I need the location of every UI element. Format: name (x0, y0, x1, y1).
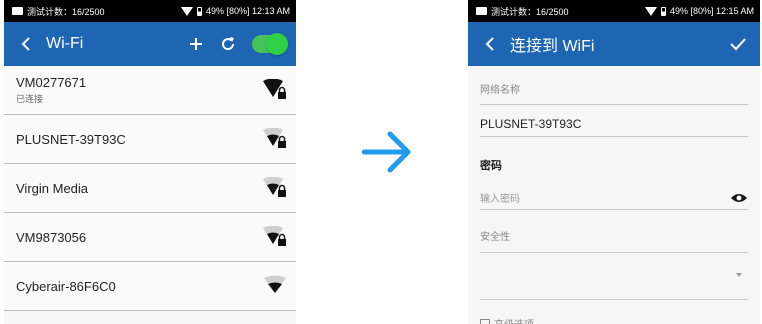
network-ssid: Cyberair-86F6C0 (16, 278, 116, 294)
status-left-text: 测试计数：16/2500 (27, 6, 105, 17)
divider (480, 104, 748, 105)
add-network-button[interactable] (184, 22, 208, 66)
back-button[interactable] (476, 22, 504, 66)
dropdown-icon (736, 273, 742, 277)
page-title: Wi-Fi (46, 35, 84, 52)
wifi-toggle[interactable] (252, 33, 288, 55)
wifi-status-icon (180, 6, 193, 16)
wifi-network-row[interactable]: VM0277671 已连接 (4, 66, 296, 115)
wifi-icon (264, 275, 286, 293)
confirm-button[interactable] (726, 22, 750, 66)
sim-icon (476, 7, 487, 15)
network-ssid: Virgin Media (16, 180, 89, 196)
back-arrow-icon (21, 37, 30, 51)
password-field[interactable]: 输入密码 (480, 190, 748, 205)
advanced-options[interactable]: 高级选项。 (480, 316, 748, 324)
back-button[interactable] (12, 22, 40, 66)
network-name-field[interactable]: PLUSNET-39T93C (480, 117, 748, 131)
password-label: 密码 (480, 160, 502, 172)
wifi-lock-icon (263, 177, 286, 197)
battery-icon (660, 6, 666, 16)
divider (480, 136, 748, 137)
connect-wifi-screen: 测试计数：16/2500 49% [80%] 12:15 AM 连接到 WiFi… (468, 0, 760, 324)
wifi-network-row[interactable]: Cyberair-86F6C0 (4, 262, 296, 311)
connect-form: 网络名称 PLUSNET-39T93C 密码 输入密码 安全性 高级选项。 (468, 81, 760, 324)
status-bar: 测试计数：16/2500 49% [80%] 12:13 AM (4, 0, 296, 22)
wifi-list-screen: 测试计数：16/2500 49% [80%] 12:13 AM Wi-Fi VM… (4, 0, 296, 324)
toggle-knob (266, 33, 288, 55)
status-left-text: 测试计数：16/2500 (491, 6, 569, 17)
app-bar: 连接到 WiFi (468, 22, 760, 66)
password-placeholder: 输入密码 (480, 194, 520, 205)
wifi-lock-icon (263, 79, 286, 99)
status-right-text: 49% [80%] 12:15 AM (669, 6, 754, 16)
back-arrow-icon (485, 37, 494, 51)
network-name-label: 网络名称 (480, 85, 520, 96)
eye-icon[interactable] (730, 192, 748, 204)
network-status: 已连接 (16, 94, 44, 104)
right-arrow-icon (362, 131, 411, 173)
app-bar: Wi-Fi (4, 22, 296, 66)
wifi-network-row[interactable]: PLUSNET-39T93C (4, 115, 296, 164)
security-label: 安全性 (480, 232, 510, 243)
advanced-label: 高级选项。 (494, 316, 544, 324)
check-icon (730, 38, 746, 51)
advanced-checkbox[interactable] (480, 318, 490, 324)
wifi-network-list: VM0277671 已连接 PLUSNET-39T93C Virgin Medi… (4, 66, 296, 311)
network-ssid: PLUSNET-39T93C (16, 131, 126, 147)
refresh-icon (222, 37, 235, 51)
add-icon (190, 38, 202, 50)
network-ssid: VM0277671 (16, 75, 87, 90)
security-dropdown[interactable] (480, 253, 748, 299)
wifi-lock-icon (263, 226, 286, 246)
network-ssid: VM9873056 (16, 229, 87, 245)
divider (480, 299, 748, 300)
status-right-text: 49% [80%] 12:13 AM (205, 6, 290, 16)
wifi-lock-icon (263, 128, 286, 148)
page-title: 连接到 WiFi (510, 38, 595, 55)
status-bar: 测试计数：16/2500 49% [80%] 12:15 AM (468, 0, 760, 22)
wifi-network-row[interactable]: Virgin Media (4, 164, 296, 213)
battery-icon (196, 6, 202, 16)
sim-icon (12, 7, 23, 15)
wifi-network-row[interactable]: VM9873056 (4, 213, 296, 262)
divider (480, 209, 748, 210)
refresh-button[interactable] (216, 22, 240, 66)
wifi-status-icon (644, 6, 657, 16)
